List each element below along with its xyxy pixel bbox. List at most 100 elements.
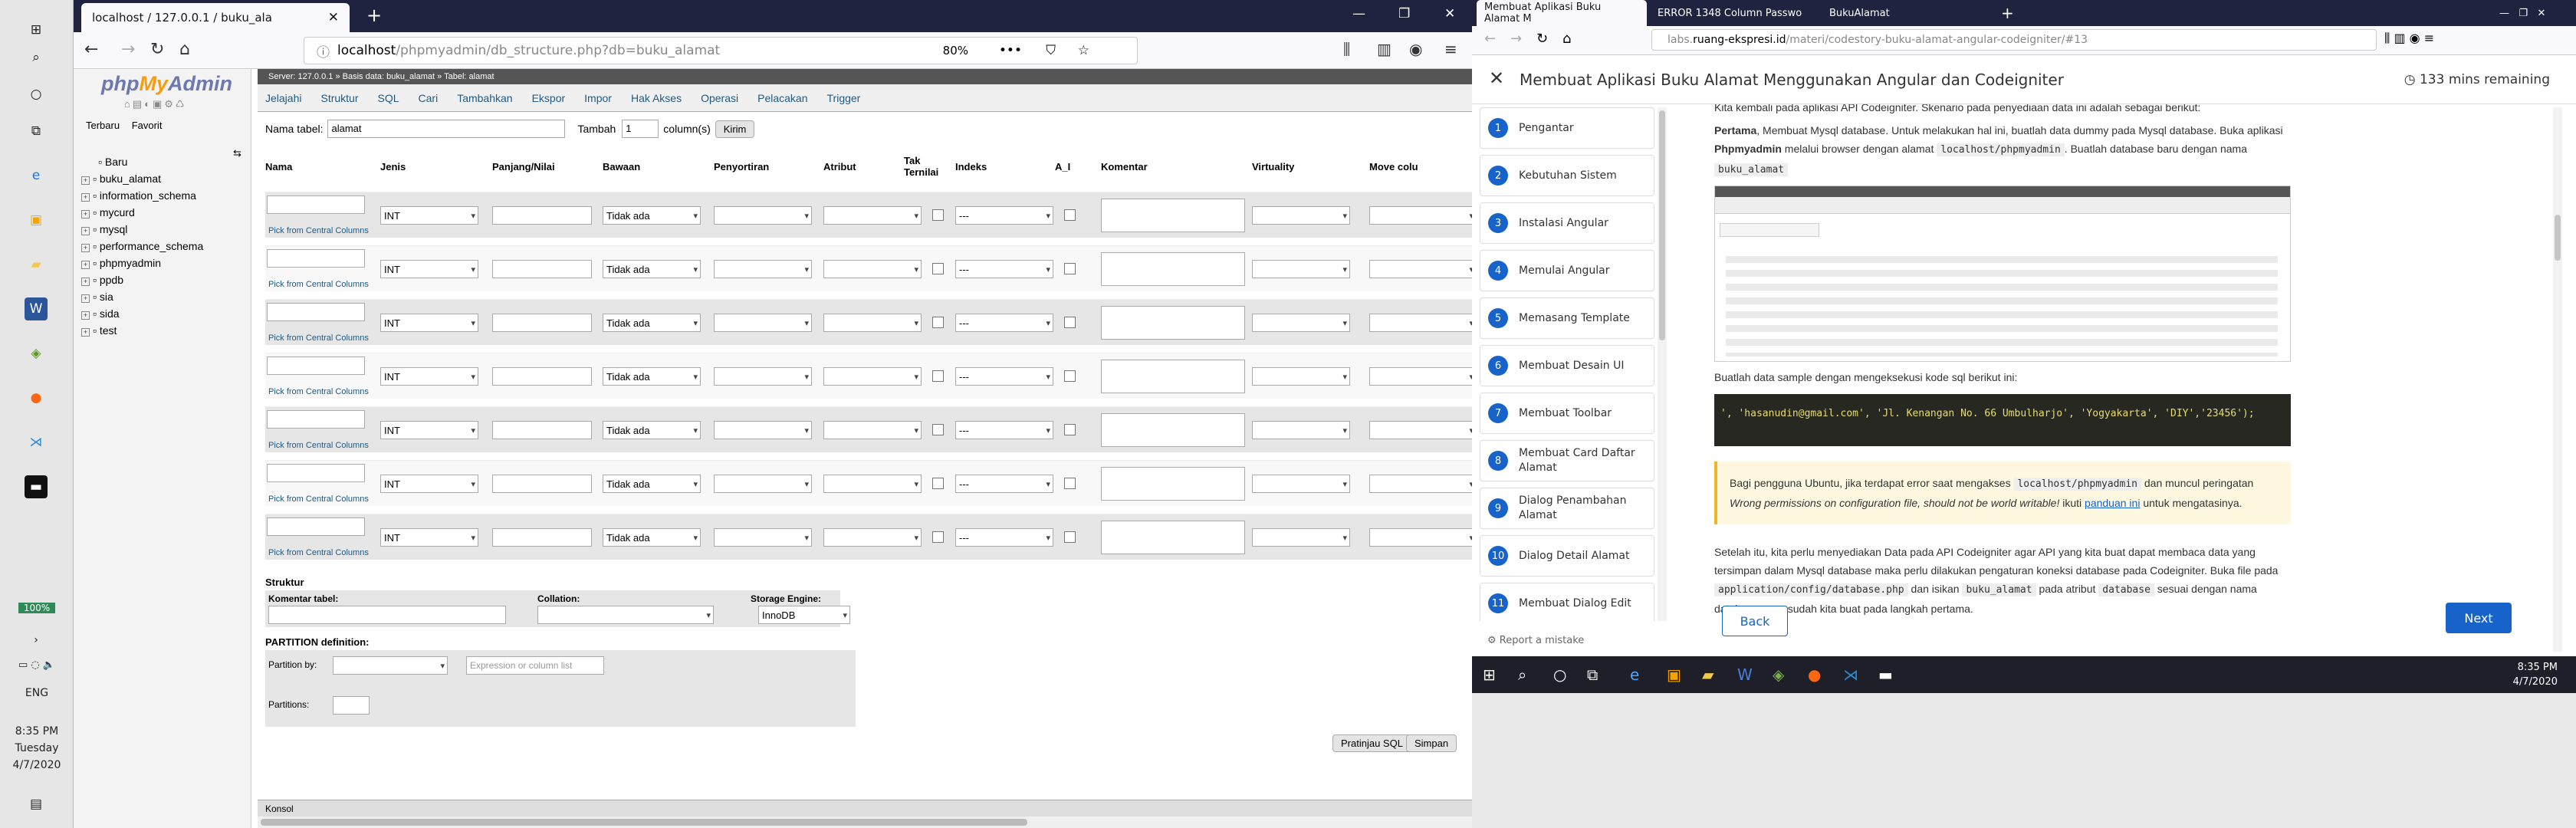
- attributes-select[interactable]: [823, 475, 922, 493]
- auto-increment-checkbox[interactable]: [1064, 531, 1076, 543]
- tree-item-phpmyadmin[interactable]: + ▫ phpmyadmin: [81, 255, 203, 271]
- index-select[interactable]: ---: [955, 206, 1053, 225]
- move-column-select[interactable]: [1369, 260, 1472, 278]
- menu-structure[interactable]: Struktur: [320, 92, 358, 104]
- length-input[interactable]: [492, 367, 592, 386]
- step-item[interactable]: 9 Dialog Penambahan Alamat: [1480, 488, 1654, 529]
- length-input[interactable]: [492, 206, 592, 225]
- account-icon[interactable]: ◉: [1409, 40, 1422, 58]
- search-icon[interactable]: ⌕: [1518, 665, 1526, 684]
- save-button[interactable]: Simpan: [1406, 734, 1457, 752]
- menu-insert[interactable]: Tambahkan: [457, 92, 512, 104]
- move-column-select[interactable]: [1369, 367, 1472, 386]
- preview-sql-button[interactable]: Pratinjau SQL: [1332, 734, 1411, 752]
- move-column-select[interactable]: [1369, 421, 1472, 439]
- edge-icon[interactable]: e: [1630, 665, 1639, 684]
- go-button[interactable]: Kirim: [715, 120, 755, 138]
- auto-increment-checkbox[interactable]: [1064, 370, 1076, 382]
- minimize-icon[interactable]: —: [1352, 6, 1365, 21]
- null-checkbox[interactable]: [932, 478, 944, 489]
- menu-operations[interactable]: Operasi: [701, 92, 738, 104]
- file-explorer-icon[interactable]: ▰: [25, 253, 48, 276]
- collapse-link-icon[interactable]: ⇆: [233, 147, 242, 159]
- collation-select[interactable]: [714, 421, 812, 439]
- start-icon[interactable]: ⊞: [1483, 665, 1496, 684]
- default-select[interactable]: Tidak ada: [603, 528, 701, 547]
- comment-textarea[interactable]: [1101, 413, 1245, 447]
- pick-central-columns-link[interactable]: Pick from Central Columns: [268, 226, 369, 235]
- pick-central-columns-link[interactable]: Pick from Central Columns: [268, 280, 369, 289]
- index-select[interactable]: ---: [955, 528, 1053, 547]
- tree-item-information-schema[interactable]: + ▫ information_schema: [81, 187, 203, 204]
- home-icon[interactable]: ⌂: [1562, 31, 1571, 47]
- home-icon[interactable]: ⌂: [179, 40, 190, 59]
- edge-icon[interactable]: e: [25, 164, 48, 187]
- attributes-select[interactable]: [823, 367, 922, 386]
- layers-app-icon[interactable]: ◈: [25, 342, 48, 365]
- pick-central-columns-link[interactable]: Pick from Central Columns: [268, 548, 369, 557]
- default-select[interactable]: Tidak ada: [603, 421, 701, 439]
- menu-export[interactable]: Ekspor: [532, 92, 566, 104]
- terminal-icon[interactable]: ▬: [25, 475, 48, 498]
- new-tab-icon[interactable]: +: [1993, 0, 2022, 26]
- null-checkbox[interactable]: [932, 370, 944, 382]
- column-type-select[interactable]: INT: [380, 314, 478, 332]
- null-checkbox[interactable]: [932, 531, 944, 543]
- auto-increment-checkbox[interactable]: [1064, 317, 1076, 328]
- index-select[interactable]: ---: [955, 475, 1053, 493]
- store-icon[interactable]: ▣: [25, 209, 48, 232]
- library-icon[interactable]: ⫼: [1343, 40, 1350, 58]
- firefox-icon[interactable]: ●: [1808, 665, 1821, 684]
- table-comment-input[interactable]: [268, 606, 506, 624]
- tree-item-ppdb[interactable]: + ▫ ppdb: [81, 271, 203, 288]
- null-checkbox[interactable]: [932, 317, 944, 328]
- step-item[interactable]: 11 Membuat Dialog Edit: [1480, 583, 1654, 621]
- table-name-input[interactable]: alamat: [327, 120, 566, 138]
- vscode-icon[interactable]: ⋊: [25, 431, 48, 454]
- cortana-icon[interactable]: ○: [1553, 665, 1566, 684]
- pma-logo[interactable]: phpMyAdmin: [101, 72, 232, 96]
- attributes-select[interactable]: [823, 528, 922, 547]
- collation-select[interactable]: [714, 475, 812, 493]
- length-input[interactable]: [492, 528, 592, 547]
- window-close-icon[interactable]: ✕: [1444, 6, 1455, 21]
- guide-link[interactable]: panduan ini: [2085, 497, 2140, 509]
- language-indicator[interactable]: ENG: [0, 687, 74, 699]
- partition-expression-input[interactable]: Expression or column list: [466, 656, 604, 675]
- reload-icon[interactable]: ↻: [1536, 31, 1548, 47]
- tab-phpmyadmin[interactable]: localhost / 127.0.0.1 / buku_ala ✕: [81, 3, 350, 32]
- comment-textarea[interactable]: [1101, 521, 1245, 554]
- chevron-right-icon[interactable]: ›: [25, 629, 48, 652]
- restore-icon[interactable]: ❐: [1398, 6, 1410, 21]
- tab-error[interactable]: ERROR 1348 Column Passwo: [1650, 0, 1817, 26]
- move-column-select[interactable]: [1369, 528, 1472, 547]
- partitions-input[interactable]: [333, 696, 370, 715]
- length-input[interactable]: [492, 421, 592, 439]
- forward-icon[interactable]: →: [1510, 31, 1522, 47]
- back-icon[interactable]: ←: [1484, 31, 1496, 47]
- tree-item-sia[interactable]: + ▫ sia: [81, 288, 203, 305]
- null-checkbox[interactable]: [932, 209, 944, 221]
- column-type-select[interactable]: INT: [380, 367, 478, 386]
- comment-textarea[interactable]: [1101, 467, 1245, 501]
- bookmark-star-icon[interactable]: ☆: [1078, 43, 1089, 58]
- layers-app-icon[interactable]: ◈: [1773, 665, 1784, 684]
- virtuality-select[interactable]: [1252, 314, 1350, 332]
- sql-code-block[interactable]: ', 'hasanudin@gmail.com', 'Jl. Kenangan …: [1714, 394, 2291, 446]
- start-icon[interactable]: ⊞: [25, 18, 48, 41]
- window-controls[interactable]: — ❐ ✕: [2492, 0, 2553, 26]
- partition-by-select[interactable]: [333, 656, 448, 675]
- url-bar[interactable]: labs. ruang-ekspresi.id/materi/codestory-…: [1651, 29, 2377, 51]
- file-explorer-icon[interactable]: ▰: [1702, 665, 1714, 684]
- index-select[interactable]: ---: [955, 421, 1053, 439]
- auto-increment-checkbox[interactable]: [1064, 424, 1076, 435]
- step-item[interactable]: 4 Memulai Angular: [1480, 250, 1654, 291]
- console-bar[interactable]: Konsol: [258, 800, 1472, 816]
- step-item[interactable]: 5 Memasang Template: [1480, 297, 1654, 339]
- cortana-icon[interactable]: ○: [25, 83, 48, 106]
- null-checkbox[interactable]: [932, 263, 944, 274]
- content-scrollbar[interactable]: [2553, 107, 2562, 652]
- notification-icon[interactable]: ▤: [25, 793, 48, 816]
- move-column-select[interactable]: [1369, 206, 1472, 225]
- length-input[interactable]: [492, 314, 592, 332]
